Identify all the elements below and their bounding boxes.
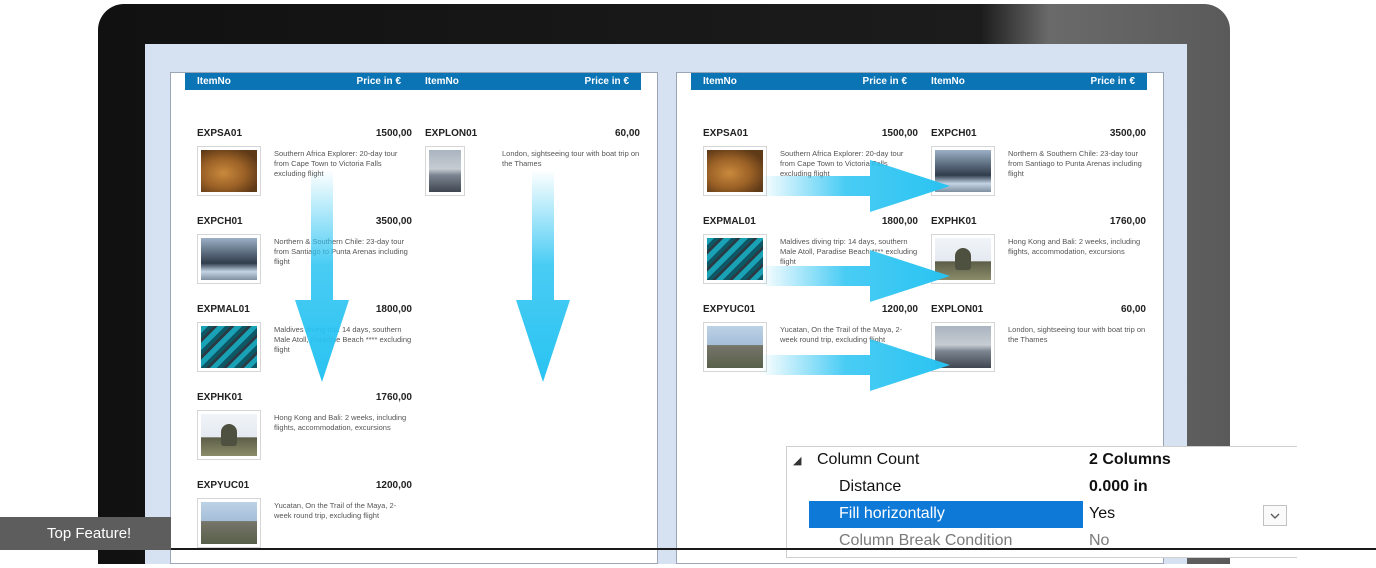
top-feature-badge: Top Feature! bbox=[0, 517, 171, 550]
arrow-right-icon bbox=[760, 160, 950, 212]
property-label: Column Count bbox=[817, 451, 920, 468]
arrow-down-icon bbox=[295, 170, 349, 382]
arrow-down-icon bbox=[516, 170, 570, 382]
property-label: Distance bbox=[839, 478, 902, 495]
collapse-triangle-icon[interactable]: ◢ bbox=[793, 454, 801, 467]
property-row-column-break-condition[interactable]: Column Break Condition No bbox=[787, 528, 1297, 555]
property-row-distance[interactable]: Distance 0.000 in bbox=[787, 474, 1297, 501]
dropdown-button[interactable] bbox=[1263, 505, 1287, 526]
arrow-right-icon bbox=[760, 339, 950, 391]
chevron-down-icon bbox=[1270, 513, 1280, 519]
badge-label: Top Feature! bbox=[47, 525, 132, 542]
property-value: 2 Columns bbox=[1089, 451, 1171, 468]
property-row-fill-horizontally[interactable]: Fill horizontally Yes bbox=[787, 501, 1297, 528]
property-value[interactable]: 0.000 in bbox=[1089, 478, 1148, 496]
arrow-right-icon bbox=[760, 250, 950, 302]
property-grid: ◢ Column Count 2 Columns Distance 0.000 … bbox=[786, 446, 1297, 558]
property-value[interactable]: Yes bbox=[1089, 505, 1115, 523]
property-label: Fill horizontally bbox=[839, 505, 945, 522]
property-row-column-count[interactable]: ◢ Column Count 2 Columns bbox=[787, 447, 1297, 474]
